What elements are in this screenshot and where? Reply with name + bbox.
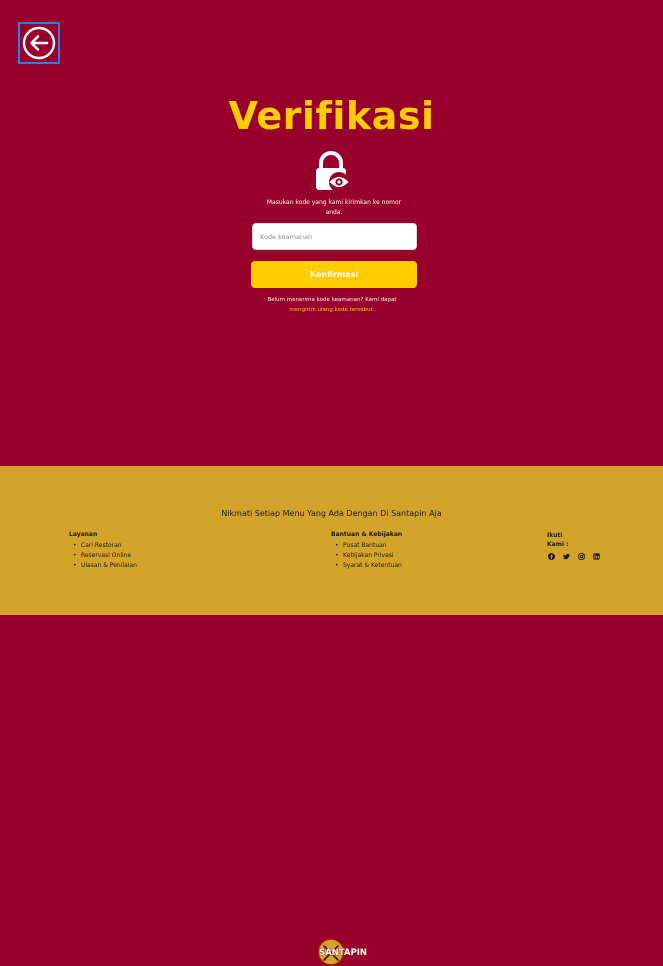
- santapin-logo: SANTAPIN: [317, 938, 367, 966]
- main-section: Verifikasi Masukan kode yang kami kirimk…: [0, 0, 663, 466]
- security-code-input[interactable]: [252, 223, 417, 250]
- footer-link-reservasi-online[interactable]: • Reservasi Online: [69, 551, 137, 561]
- facebook-icon[interactable]: [547, 552, 555, 560]
- resend-text: Belum menerima kode keamanan? Kami dapat: [267, 297, 397, 303]
- layanan-section: Layanan • Cari Restoran • Reservasi Online…: [69, 530, 137, 571]
- bantuan-heading: Bantuan & Kebijakan: [331, 531, 403, 538]
- footer-link-ulasan[interactable]: • Ulasan & Penilaian: [69, 561, 137, 571]
- linkedin-icon[interactable]: [592, 552, 600, 560]
- back-button[interactable]: [18, 22, 60, 64]
- footer-link-syarat-ketentuan[interactable]: • Syarat & Ketentuan: [331, 561, 402, 571]
- lock-eye-icon: [316, 151, 349, 192]
- bantuan-section: Bantuan & Kebijakan • Pusat Bantuan • Kebi…: [331, 530, 402, 571]
- instagram-icon[interactable]: [577, 552, 585, 560]
- twitter-icon[interactable]: [562, 552, 570, 560]
- social-section: Ikuti Kami :: [547, 531, 600, 560]
- footer: SANTAPIN Nikmati Setiap Menu Yang Ada De…: [0, 466, 663, 966]
- resend-info: Belum menerima kode keamanan? Kami dapat…: [256, 295, 408, 315]
- page-title: Verifikasi: [228, 94, 435, 138]
- svg-text:SANTAPIN: SANTAPIN: [319, 948, 367, 958]
- arrow-left-circle-icon: [22, 26, 56, 60]
- footer-link-cari-restoran[interactable]: • Cari Restoran: [69, 541, 137, 551]
- footer-link-kebijakan-privasi[interactable]: • Kebijakan Privasi: [331, 551, 402, 561]
- confirm-button[interactable]: Konfirmasi: [251, 261, 417, 288]
- footer-link-pusat-bantuan[interactable]: • Pusat Bantuan: [331, 541, 402, 551]
- layanan-heading: Layanan: [69, 531, 98, 538]
- social-heading: Ikuti Kami :: [547, 532, 569, 548]
- footer-tagline: Nikmati Setiap Menu Yang Ada Dengan Di S…: [221, 509, 442, 518]
- verification-description: Masukan kode yang kami kirimkan ke nomor…: [266, 199, 402, 216]
- resend-code-link[interactable]: mengirim ulang kode tersebut.: [289, 307, 374, 313]
